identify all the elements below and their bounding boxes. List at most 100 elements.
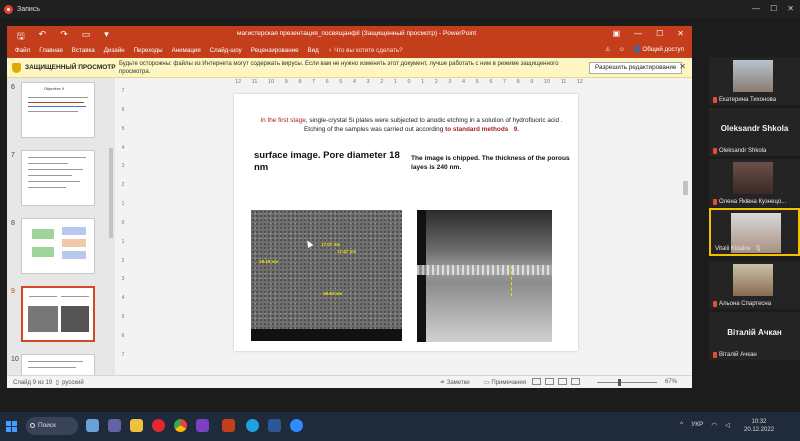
normal-view-icon[interactable] — [532, 378, 541, 385]
taskbar-search[interactable]: Поиск — [26, 417, 78, 435]
share-button[interactable]: 👤 Общий доступ — [633, 45, 684, 53]
sorter-view-icon[interactable] — [545, 378, 554, 385]
opera-icon[interactable] — [152, 419, 165, 432]
participant-name-text: Альона Спартесна — [719, 301, 772, 307]
ruler-tick: 7 — [311, 79, 316, 85]
thumb-block — [62, 227, 86, 235]
thumb-line — [28, 187, 66, 188]
ruler-tick: 1 — [393, 79, 397, 85]
recording-title-bar: Запись — ☐ ✕ — [0, 0, 800, 18]
slide-thumbnail-8[interactable] — [21, 218, 95, 274]
editor-scrollbar[interactable] — [683, 181, 688, 195]
thumb-line — [28, 102, 84, 103]
language-indicator[interactable]: УКР — [691, 421, 703, 429]
zoom-icon[interactable] — [290, 419, 303, 432]
tab-animation[interactable]: Анимация — [172, 47, 201, 54]
slide-canvas[interactable]: In the first stage, single-crystal Si pl… — [234, 94, 578, 351]
edge-icon[interactable] — [246, 419, 259, 432]
protected-view-message: Будьте осторожны: файлы из Интернета мог… — [119, 61, 559, 75]
participant-video — [733, 60, 773, 92]
powerpoint-taskbar-icon[interactable] — [222, 419, 235, 432]
thumb-number: 8 — [11, 220, 15, 227]
thumbs-scrollbar[interactable] — [109, 148, 113, 238]
thumb-line — [28, 106, 86, 107]
close-icon[interactable]: ✕ — [787, 4, 794, 13]
slide-counter: Слайд 9 из 19 ▯ русский — [13, 379, 84, 386]
ppt-close-icon[interactable]: ✕ — [677, 29, 684, 38]
ruler-tick: 8 — [298, 79, 302, 85]
mic-muted-icon — [713, 301, 717, 307]
zoom-slider-thumb[interactable] — [618, 379, 621, 386]
slide-thumbnail-6[interactable]: Objective 9 — [21, 82, 95, 138]
weather-icon[interactable] — [86, 419, 99, 432]
clock-time: 10:32 — [751, 419, 767, 425]
tab-view[interactable]: Вид — [308, 47, 319, 54]
slide-thumbnail-7[interactable] — [21, 150, 95, 206]
reading-view-icon[interactable] — [558, 378, 567, 385]
participant-tile[interactable]: Віталій Ачкан Віталій Ачкан — [709, 312, 800, 360]
tab-file[interactable]: Файл — [15, 47, 30, 54]
ruler-tick: 10 — [268, 79, 275, 85]
ruler-tick: 10 — [543, 79, 550, 85]
pore-annotation: 18.63 nm — [323, 291, 343, 296]
thumb-image — [28, 306, 58, 332]
participant-name-text: Віталій Ачкан — [719, 352, 757, 358]
maximize-icon[interactable]: ☐ — [770, 4, 777, 13]
thickness-marker — [511, 266, 512, 296]
intro-ref: 9. — [513, 126, 519, 133]
zoom-level[interactable]: 67% — [665, 379, 677, 385]
app-icon[interactable] — [196, 419, 209, 432]
ribbon-options-icon[interactable]: ▣ — [613, 29, 621, 38]
mouse-cursor-icon — [304, 238, 314, 249]
zoom-slider[interactable] — [597, 382, 657, 383]
surface-image-heading: surface image. Pore diameter 18 nm — [254, 150, 400, 173]
protected-view-bar: ЗАЩИЩЕННЫЙ ПРОСМОТР Будьте осторожны: фа… — [7, 58, 692, 78]
emoji-icon[interactable]: ☺ — [619, 46, 625, 53]
tab-home[interactable]: Главная — [39, 47, 63, 54]
mic-muted-icon — [713, 97, 717, 103]
tab-slideshow[interactable]: Слайд-шоу — [210, 47, 242, 54]
participant-video — [733, 162, 773, 194]
chevron-up-icon[interactable]: ^ — [680, 421, 683, 429]
chrome-icon[interactable] — [174, 419, 187, 432]
slide-thumbnail-10[interactable] — [21, 354, 95, 376]
thumb-title: Objective 9 — [44, 86, 65, 91]
enable-editing-button[interactable]: Разрешить редактирование — [589, 62, 683, 74]
ppt-maximize-icon[interactable]: ☐ — [656, 29, 663, 38]
language-text: русский — [62, 380, 84, 386]
comments-button[interactable]: ▭ Примечания — [484, 379, 526, 386]
tab-transitions[interactable]: Переходы — [134, 47, 163, 54]
slide-thumbnails-pane[interactable]: 6 Objective 9 7 8 9 10 — [7, 78, 115, 376]
participant-tile[interactable]: Екатерина Тихонова — [709, 57, 800, 105]
active-speaker-tile[interactable]: Vitalii Kidalov 🎙 — [709, 208, 800, 256]
ppt-minimize-icon[interactable]: — — [634, 29, 642, 38]
participant-name-text: Oleksandr Shkola — [719, 148, 767, 154]
close-bar-icon[interactable]: ✕ — [679, 62, 686, 71]
notes-icon: ≐ — [440, 380, 447, 386]
notes-button[interactable]: ≐ Заметки — [440, 379, 470, 386]
ruler-tick: 6 — [121, 332, 125, 339]
tab-design[interactable]: Дизайн — [104, 47, 125, 54]
thumb-line — [61, 296, 89, 297]
tab-review[interactable]: Рецензирование — [251, 47, 299, 54]
word-icon[interactable] — [268, 419, 281, 432]
clock[interactable]: 10:32 20.12.2022 — [744, 418, 774, 434]
tell-me-box[interactable]: ♀ Что вы хотите сделать? — [328, 47, 403, 54]
minimize-icon[interactable]: — — [752, 4, 760, 13]
slideshow-view-icon[interactable] — [571, 378, 580, 385]
ruler-tick: 9 — [530, 79, 534, 85]
participant-tile[interactable]: Олена Яківна Кузнецо... — [709, 159, 800, 207]
document-title: магистерская презентация_посвящанфії (За… — [237, 30, 477, 37]
ppt-title-bar: 🖫 ↶ ↷ ▭ ▾ магистерская презентация_посвя… — [7, 26, 692, 43]
participant-tile[interactable]: Альона Спартесна — [709, 261, 800, 309]
tab-insert[interactable]: Вставка — [72, 47, 95, 54]
teams-icon[interactable] — [108, 419, 121, 432]
ruler-tick: 1 — [121, 238, 125, 245]
file-explorer-icon[interactable] — [130, 419, 143, 432]
volume-icon[interactable]: ◁ — [725, 421, 730, 429]
wifi-icon[interactable]: ◠ — [711, 421, 717, 429]
status-bar: Слайд 9 из 19 ▯ русский ≐ Заметки ▭ Прим… — [7, 375, 692, 388]
windows-start-icon[interactable] — [6, 421, 17, 432]
participant-tile[interactable]: Oleksandr Shkola Oleksandr Shkola — [709, 108, 800, 156]
slide-thumbnail-9[interactable] — [21, 286, 95, 342]
